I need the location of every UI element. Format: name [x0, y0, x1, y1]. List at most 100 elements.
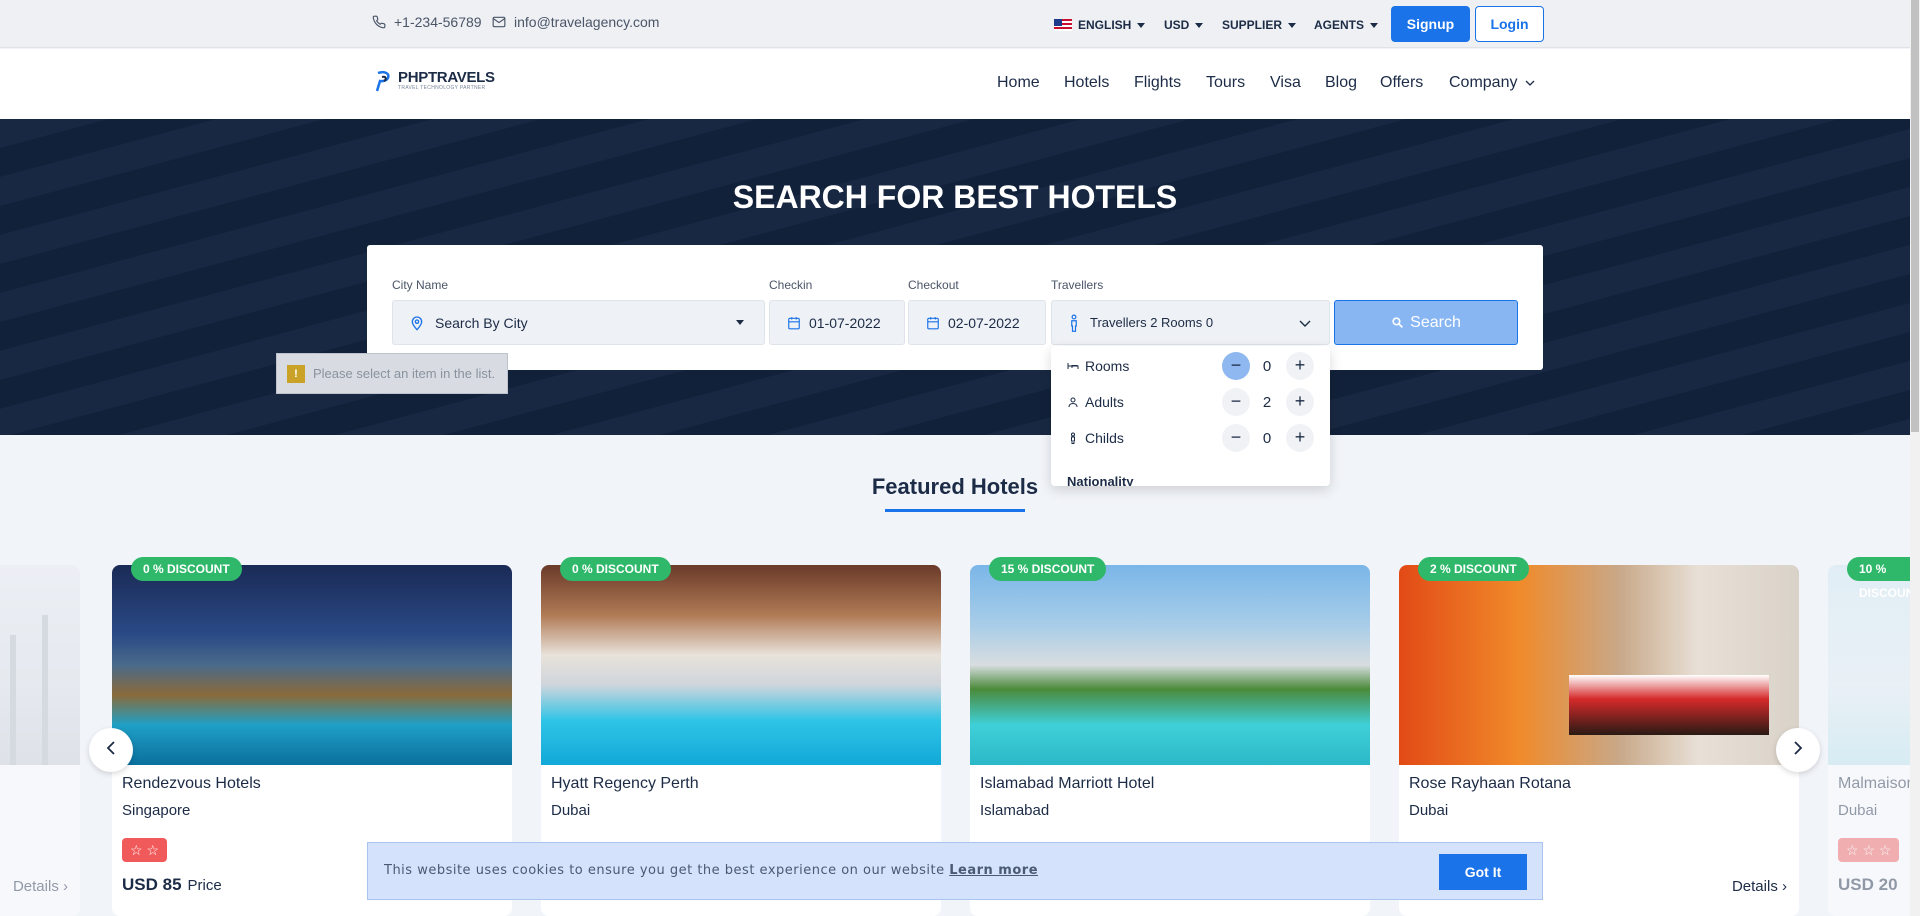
- details-link[interactable]: Details ›: [13, 878, 68, 895]
- nav-flights[interactable]: Flights: [1134, 74, 1181, 92]
- nav-blog[interactable]: Blog: [1325, 74, 1357, 92]
- cookie-accept-button[interactable]: Got It: [1439, 854, 1527, 890]
- learn-more-link[interactable]: Learn more: [949, 863, 1038, 878]
- carousel-prev-button[interactable]: [89, 728, 133, 772]
- signup-button[interactable]: Signup: [1391, 6, 1470, 42]
- validation-tooltip: ! Please select an item in the list.: [276, 353, 508, 394]
- hotel-name[interactable]: Rendezvous Hotels: [122, 775, 261, 793]
- chevron-right-icon: ›: [1782, 878, 1787, 895]
- checkout-value: 02-07-2022: [948, 314, 1020, 331]
- chevron-left-icon: [106, 741, 115, 755]
- childs-increment-button[interactable]: +: [1286, 424, 1314, 452]
- nav-company-label: Company: [1449, 74, 1518, 91]
- phone-number: +1-234-56789: [394, 14, 482, 30]
- childs-label: Childs: [1085, 430, 1124, 446]
- adults-decrement-button[interactable]: −: [1222, 388, 1250, 416]
- nav-hotels[interactable]: Hotels: [1064, 74, 1109, 92]
- email-contact[interactable]: info@travelagency.com: [492, 14, 659, 30]
- hotel-name[interactable]: Rose Rayhaan Rotana: [1409, 775, 1571, 793]
- price-label: Price: [187, 877, 222, 894]
- us-flag-icon: [1054, 19, 1072, 31]
- child-icon: [1071, 432, 1075, 444]
- featured-title-underline: [885, 509, 1025, 512]
- site-logo[interactable]: PHPTRAVELS TRAVEL TECHNOLOGY PARTNER: [374, 69, 495, 93]
- bed-icon: [1067, 363, 1079, 369]
- hotel-card[interactable]: Details ›: [0, 565, 80, 916]
- rooms-row: Rooms: [1067, 352, 1317, 380]
- supplier-label: SUPPLIER: [1222, 18, 1283, 32]
- hotel-card-content: Islamabad Marriott Hotel Islamabad: [970, 565, 1370, 819]
- childs-decrement-button[interactable]: −: [1222, 424, 1250, 452]
- nav-offers[interactable]: Offers: [1380, 74, 1423, 92]
- travellers-label: Travellers: [1051, 278, 1104, 292]
- details-link[interactable]: Details ›: [1732, 878, 1787, 895]
- hotel-name[interactable]: Islamabad Marriott Hotel: [980, 775, 1154, 793]
- hotel-location: Dubai: [1409, 802, 1449, 819]
- caret-down-icon: [736, 320, 744, 325]
- star-rating: ☆ ☆ ☆: [1838, 838, 1900, 862]
- childs-value: 0: [1262, 430, 1272, 447]
- adults-row: Adults: [1067, 388, 1317, 416]
- details-label: Details: [12, 878, 59, 895]
- price-row: USD 85 Price: [122, 875, 222, 895]
- carousel-next-button[interactable]: [1776, 728, 1820, 772]
- login-button[interactable]: Login: [1475, 6, 1544, 42]
- mail-icon: [492, 16, 506, 28]
- search-button[interactable]: Search: [1334, 300, 1518, 345]
- nav-tours[interactable]: Tours: [1206, 74, 1245, 92]
- hotel-location: Dubai: [551, 802, 591, 819]
- minaret-shape: [42, 615, 48, 765]
- travellers-select[interactable]: Travellers 2 Rooms 0: [1051, 300, 1330, 345]
- hotel-name[interactable]: Hyatt Regency Perth: [551, 775, 699, 793]
- user-icon: [1068, 397, 1078, 408]
- adults-label: Adults: [1085, 394, 1124, 410]
- chevron-right-icon: [1794, 741, 1803, 755]
- nav-company[interactable]: Company: [1449, 74, 1536, 92]
- childs-row: Childs: [1067, 424, 1317, 452]
- cookie-banner: This website uses cookies to ensure you …: [367, 842, 1543, 900]
- rooms-label: Rooms: [1085, 358, 1130, 374]
- rooms-decrement-button[interactable]: −: [1222, 352, 1250, 380]
- search-icon: [1392, 317, 1404, 328]
- featured-hotels-title: Featured Hotels: [871, 474, 1039, 499]
- search-button-label: Search: [1410, 313, 1461, 331]
- currency-dropdown[interactable]: USD: [1164, 18, 1204, 32]
- map-pin-icon: [411, 315, 423, 331]
- scrollbar-thumb[interactable]: [1911, 0, 1919, 432]
- top-bar: +1-234-56789 info@travelagency.com ENGLI…: [0, 0, 1910, 48]
- nav-home[interactable]: Home: [997, 74, 1040, 92]
- checkin-input[interactable]: 01-07-2022: [769, 300, 905, 345]
- chevron-right-icon: ›: [63, 878, 68, 895]
- caret-down-icon: [1195, 22, 1204, 28]
- supplier-dropdown[interactable]: SUPPLIER: [1222, 18, 1297, 32]
- checkin-value: 01-07-2022: [809, 314, 881, 331]
- rooms-value: 0: [1262, 358, 1272, 375]
- nav-visa[interactable]: Visa: [1270, 74, 1301, 92]
- email-address: info@travelagency.com: [514, 14, 660, 30]
- price-value: USD 85: [122, 875, 182, 894]
- phone-contact[interactable]: +1-234-56789: [372, 14, 482, 30]
- calendar-icon: [788, 316, 800, 329]
- cookie-text: This website uses cookies to ensure you …: [384, 863, 1038, 878]
- agents-dropdown[interactable]: AGENTS: [1314, 18, 1379, 32]
- hotel-location: Dubai: [1838, 802, 1878, 819]
- checkout-input[interactable]: 02-07-2022: [908, 300, 1046, 345]
- adults-increment-button[interactable]: +: [1286, 388, 1314, 416]
- details-label: Details: [1731, 878, 1778, 895]
- chevron-down-icon: [1299, 320, 1311, 327]
- hotel-image: [0, 565, 80, 765]
- travellers-value: Travellers 2 Rooms 0: [1090, 315, 1214, 330]
- rooms-increment-button[interactable]: +: [1286, 352, 1314, 380]
- city-value: Search By City: [435, 314, 528, 331]
- caret-down-icon: [1370, 22, 1379, 28]
- hotel-card[interactable]: Malmaison Dubai ☆ ☆ ☆ USD 20: [1828, 565, 1920, 916]
- caret-down-icon: [1137, 22, 1146, 28]
- logo-subtext: TRAVEL TECHNOLOGY PARTNER: [398, 85, 486, 91]
- hotel-name[interactable]: Malmaison: [1838, 775, 1915, 793]
- language-dropdown[interactable]: ENGLISH: [1054, 18, 1146, 32]
- agents-label: AGENTS: [1314, 18, 1365, 32]
- logo-text: PHPTRAVELS: [398, 69, 495, 86]
- cookie-message: This website uses cookies to ensure you …: [384, 863, 945, 878]
- validation-message: Please select an item in the list.: [313, 366, 496, 381]
- city-select[interactable]: Search By City: [392, 300, 765, 345]
